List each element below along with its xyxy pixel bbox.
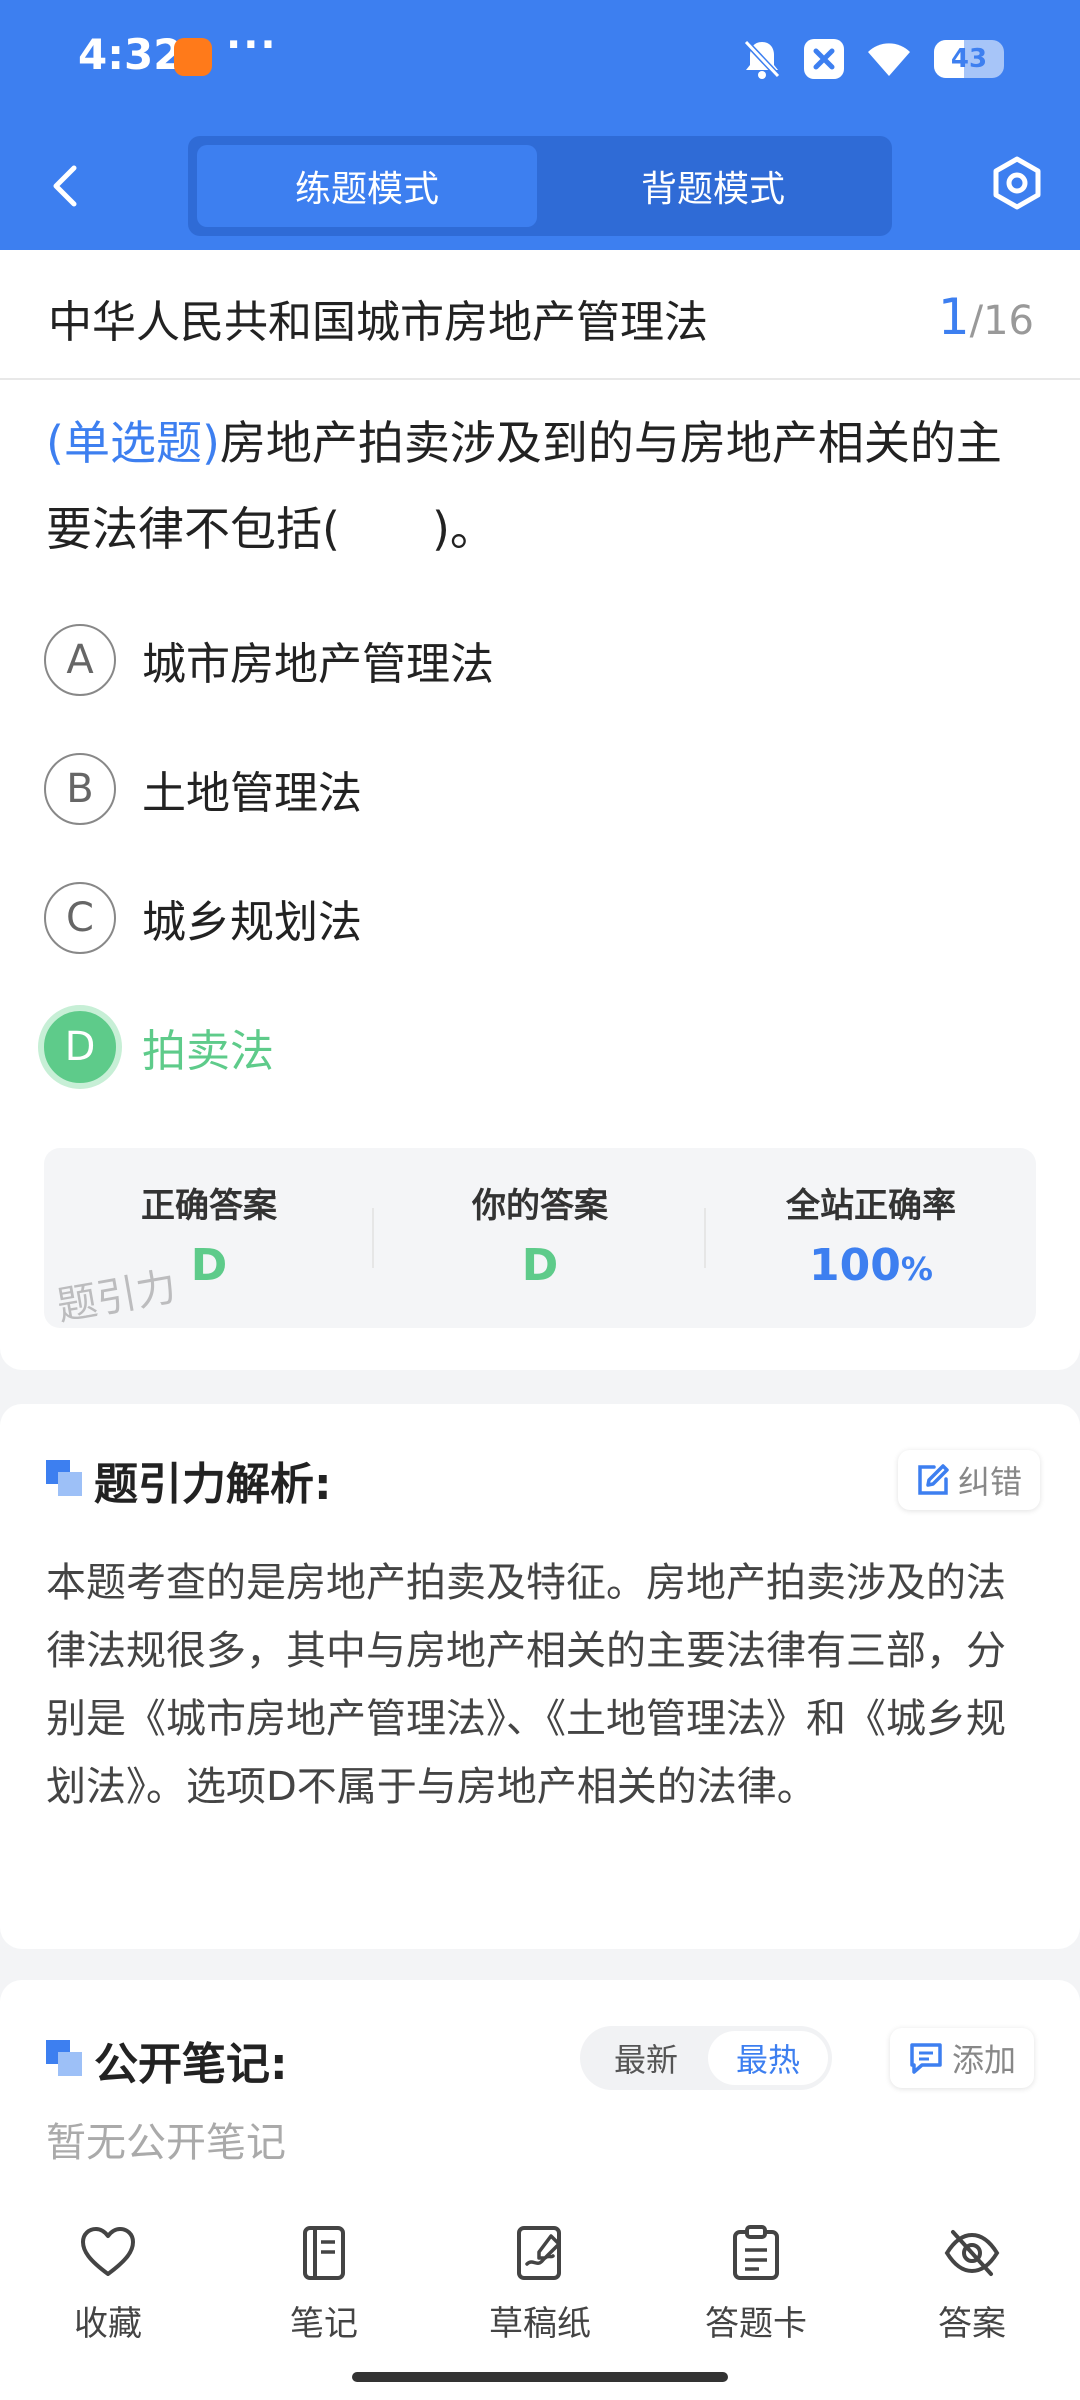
tab-label: 答题卡 [705,2304,807,2344]
add-note-label: 添加 [952,2041,1017,2079]
battery-icon: 43 [934,40,1004,78]
chevron-left-icon [53,165,77,207]
report-error-label: 纠错 [958,1463,1023,1501]
add-note-button[interactable]: 添加 [890,2028,1035,2088]
chapter-title: 中华人民共和国城市房地产管理法 [48,297,708,348]
nav-bar: 练题模式 背题模式 [0,130,1080,240]
option-text: 城乡规划法 [142,897,362,948]
status-time: 4:32 [78,30,183,79]
close-box-icon [804,39,844,79]
correct-rate-label: 全站正确率 [786,1186,956,1226]
analysis-card: 题引力解析: 纠错 本题考查的是房地产拍卖及特征。房地产拍卖涉及的法律法规很多，… [0,1404,1080,1949]
draft-paper-button[interactable]: 草稿纸 [432,2224,648,2374]
empty-notes-text: 暂无公开笔记 [46,2120,286,2166]
question-type: (单选题) [46,416,220,470]
draft-icon [517,2226,561,2280]
comment-icon [910,2043,942,2074]
answer-card-icon [733,2225,779,2280]
edit-icon [918,1464,949,1495]
notebook-icon [303,2226,345,2280]
status-icons: 43 [742,36,1004,82]
question-card: 中华人民共和国城市房地产管理法 1/16 (单选题)房地产拍卖涉及到的与房地产相… [0,250,1080,1370]
rate-unit: % [900,1250,933,1288]
tab-practice-mode[interactable]: 练题模式 [197,145,537,227]
back-button[interactable] [40,158,90,214]
tab-label: 答案 [938,2304,1006,2344]
option-text: 拍卖法 [142,1026,274,1077]
eye-off-icon [944,2230,1000,2276]
tab-label: 草稿纸 [489,2304,591,2344]
tab-memorize-mode[interactable]: 背题模式 [543,145,883,227]
option-letter: A [44,624,116,696]
settings-hexagon-icon [993,156,1041,210]
status-bar: 4:32 ··· 43 [0,0,1080,118]
option-text: 土地管理法 [142,768,362,819]
app-header: 4:32 ··· 43 练题模式 背题模式 [0,0,1080,250]
correct-rate-value: 100% [706,1240,1036,1291]
option-c[interactable]: C 城乡规划法 [44,880,944,956]
tab-label: 笔记 [290,2304,358,2344]
option-letter: C [44,882,116,954]
sort-latest-button[interactable]: 最新 [586,2031,706,2085]
your-answer-label: 你的答案 [472,1186,608,1226]
notes-title: 公开笔记: [94,2039,288,2090]
question-counter[interactable]: 1/16 [938,288,1034,346]
report-error-button[interactable]: 纠错 [898,1450,1041,1510]
analysis-text: 本题考查的是房地产拍卖及特征。房地产拍卖涉及的法律法规很多，其中与房地产相关的主… [46,1560,1006,1810]
question-header: 中华人民共和国城市房地产管理法 1/16 [0,250,1080,380]
app-notification-icon [174,38,212,76]
correct-answer-label: 正确答案 [141,1186,277,1226]
total-questions: /16 [969,298,1034,344]
answer-toggle-button[interactable]: 答案 [864,2224,1080,2374]
option-d[interactable]: D 拍卖法 [38,1005,944,1089]
question-text: (单选题)房地产拍卖涉及到的与房地产相关的主要法律不包括( )。 [46,400,1036,572]
notes-sort-switch: 最新 最热 [580,2026,832,2090]
current-question-number: 1 [937,288,970,346]
option-b[interactable]: B 土地管理法 [44,751,944,827]
settings-button[interactable] [988,154,1046,212]
option-letter: B [44,753,116,825]
wifi-icon [868,43,910,76]
notes-button[interactable]: 笔记 [216,2224,432,2374]
battery-level: 43 [950,44,988,74]
heart-icon [81,2227,135,2276]
rate-number: 100 [809,1240,901,1291]
divider [372,1208,374,1268]
correct-rate: 全站正确率 100% [706,1148,1036,1328]
home-indicator[interactable] [352,2372,728,2382]
option-letter: D [38,1005,122,1089]
answer-summary: 正确答案 D 你的答案 D 全站正确率 100% 题引力 [44,1148,1036,1330]
section-icon [46,1460,84,1498]
bell-off-icon [743,39,781,79]
analysis-title: 题引力解析: [94,1459,332,1510]
more-notifications-icon: ··· [226,22,278,68]
your-answer-value: D [521,1240,559,1291]
sort-hot-button[interactable]: 最热 [708,2031,828,2085]
bottom-toolbar: 收藏 笔记 草稿纸 答题卡 答案 [0,2200,1080,2400]
option-a[interactable]: A 城市房地产管理法 [44,622,944,698]
tab-label: 收藏 [74,2304,142,2344]
option-text: 城市房地产管理法 [142,639,494,690]
favorite-button[interactable]: 收藏 [0,2224,216,2374]
answer-card-button[interactable]: 答题卡 [648,2224,864,2374]
your-answer: 你的答案 D [375,1148,705,1328]
section-icon [46,2040,84,2078]
mode-switch: 练题模式 背题模式 [188,136,892,236]
